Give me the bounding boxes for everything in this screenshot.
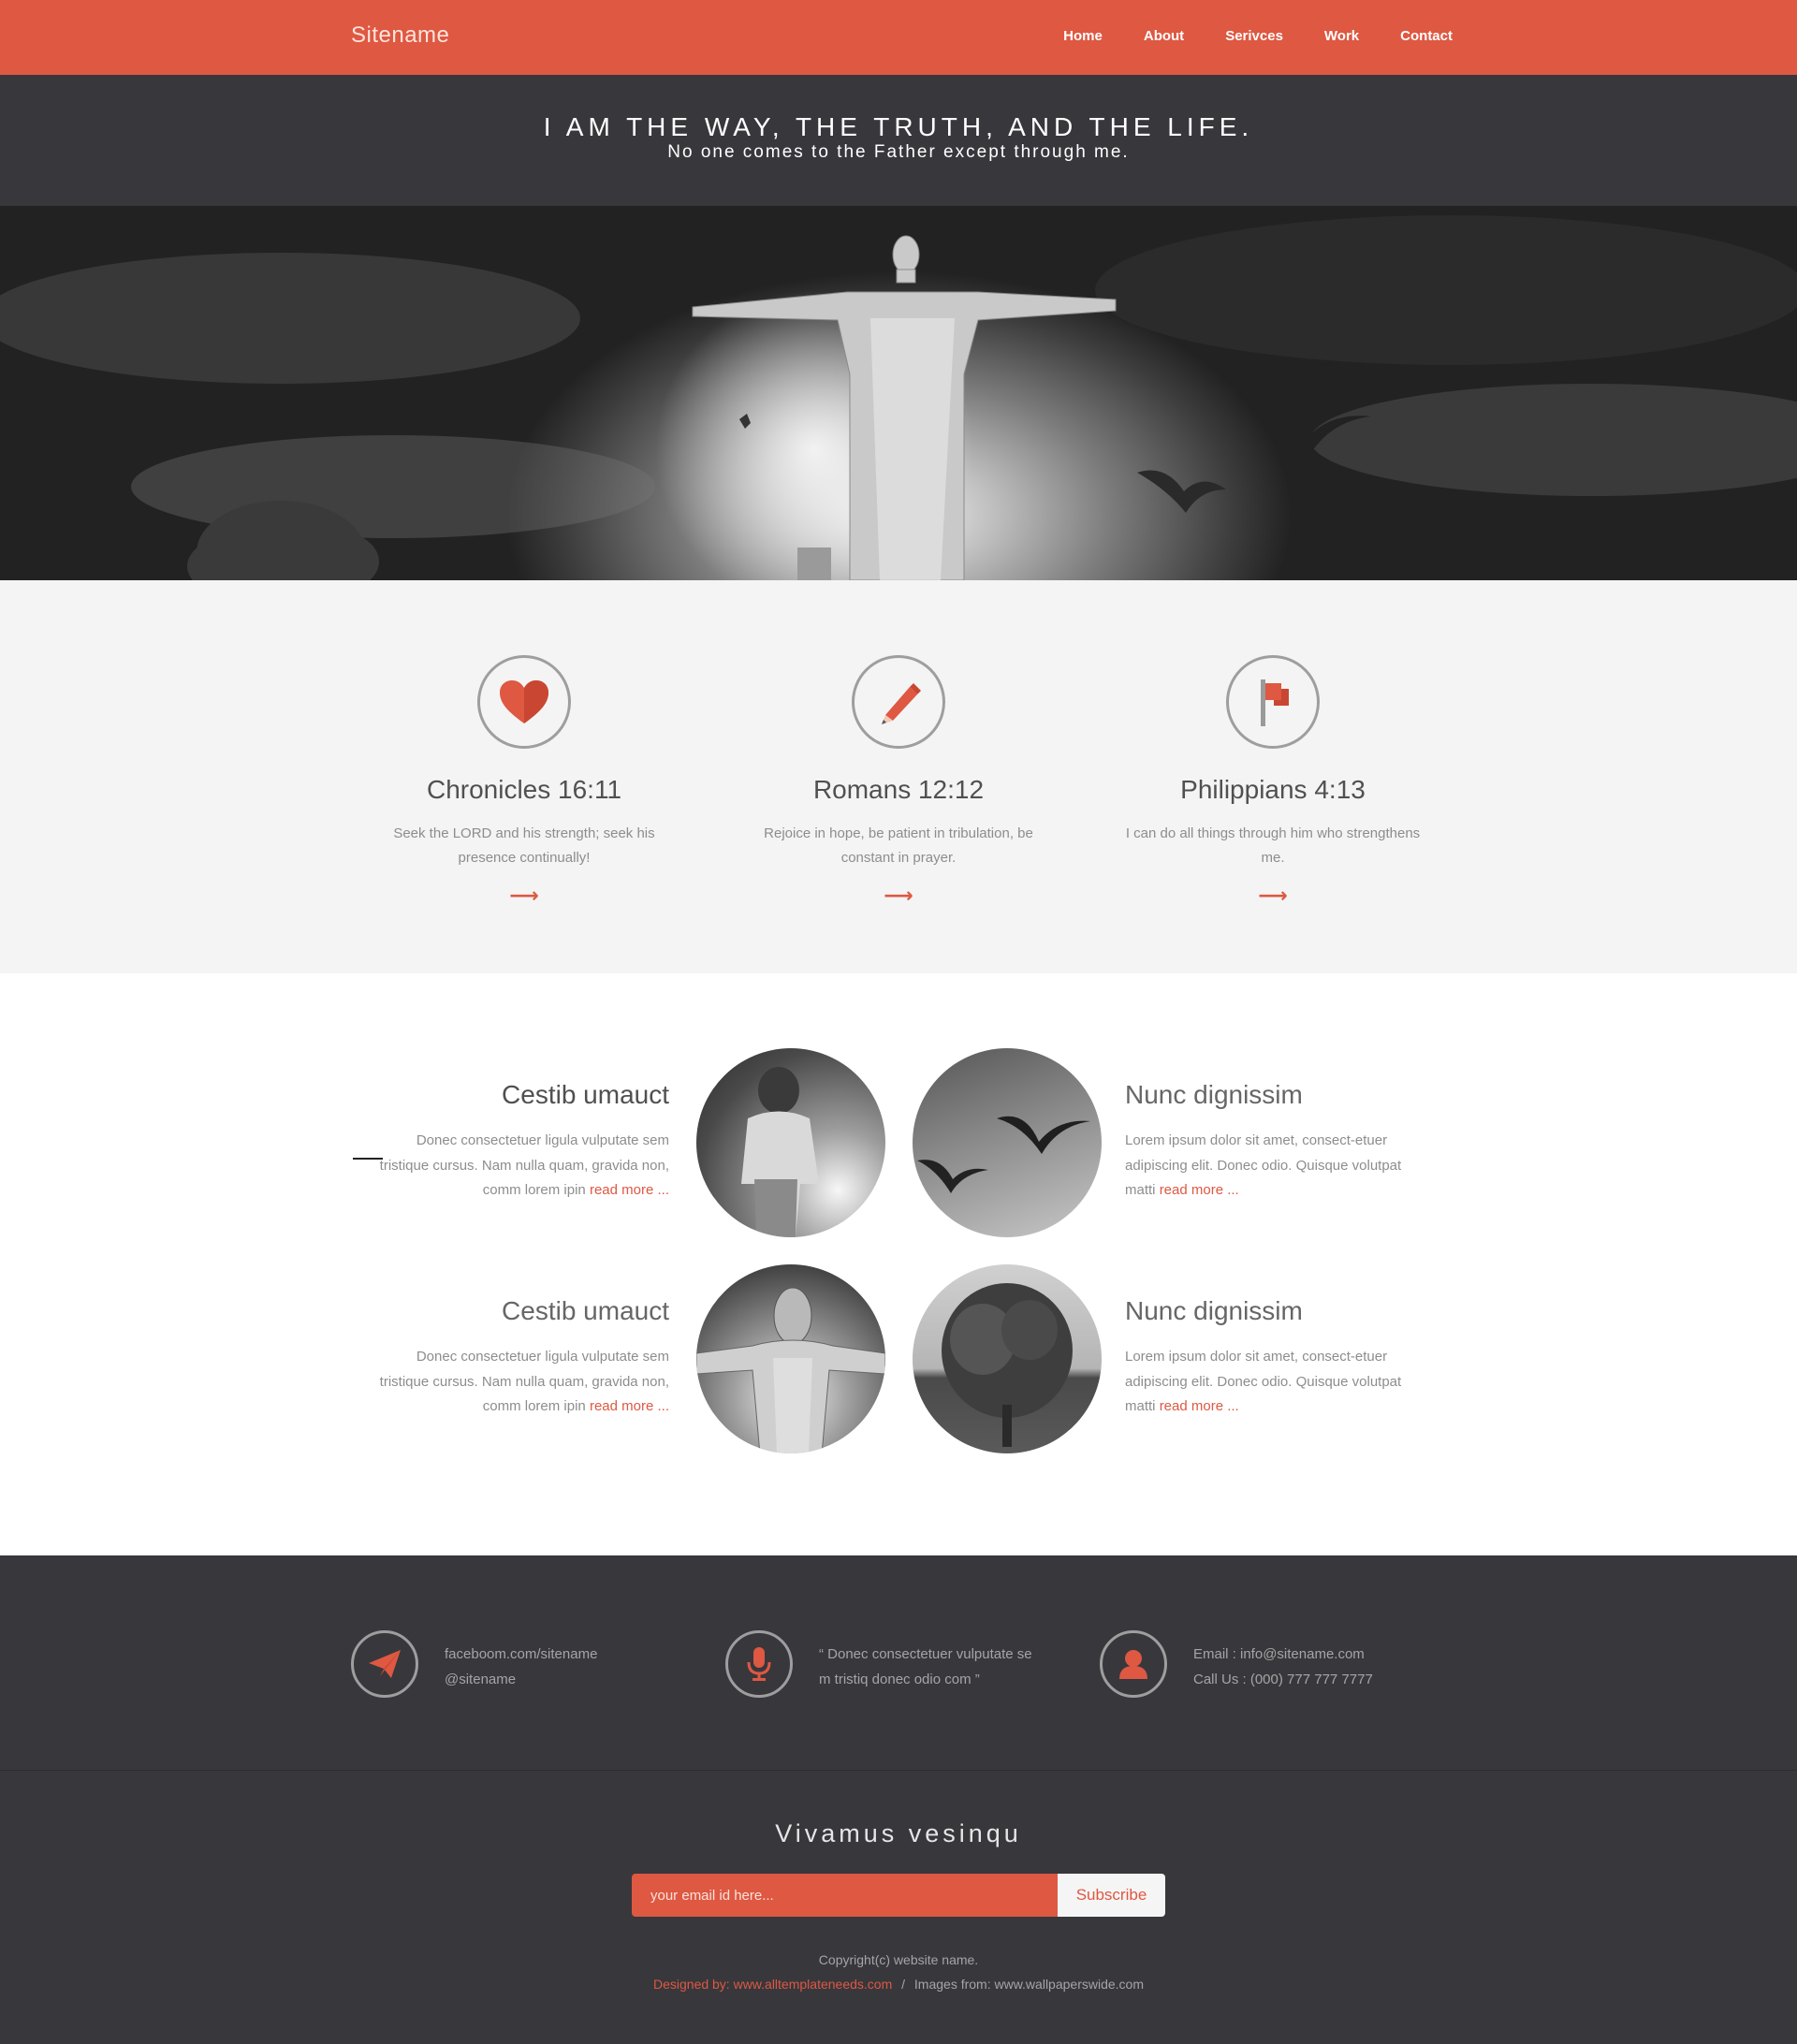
hero-image bbox=[0, 206, 1797, 580]
article-image-child[interactable] bbox=[696, 1048, 885, 1237]
article-item: Nunc dignissim Lorem ipsum dolor sit ame… bbox=[1125, 1296, 1424, 1420]
quote-line-2: m tristiq donec odio com ” bbox=[819, 1672, 980, 1687]
user-icon bbox=[1100, 1630, 1167, 1698]
features-section: Chronicles 16:11 Seek the LORD and his s… bbox=[0, 580, 1797, 973]
feature-card: Romans 12:12 Rejoice in hope, be patient… bbox=[744, 655, 1053, 908]
read-more-link[interactable]: read more ... bbox=[1160, 1182, 1239, 1198]
credits-separator: / bbox=[901, 1977, 906, 1992]
contact-lines: “ Donec consectetuer vulputate se m tris… bbox=[819, 1642, 1090, 1692]
articles-section: Cestib umauct Donec consectetuer ligula … bbox=[0, 973, 1797, 1555]
article-text: Donec consectetuer ligula vulputate sem … bbox=[370, 1345, 669, 1420]
article-title: Cestib umauct bbox=[502, 1080, 669, 1109]
top-navbar: Sitename Home About Serivces Work Contac… bbox=[0, 0, 1797, 75]
read-more-link[interactable]: read more ... bbox=[1160, 1398, 1239, 1414]
images-source-link[interactable]: Images from: www.wallpaperswide.com bbox=[914, 1977, 1144, 1992]
read-more-link[interactable]: read more ... bbox=[590, 1182, 669, 1198]
feature-title: Romans 12:12 bbox=[812, 775, 985, 804]
article-text: Lorem ipsum dolor sit amet, consect-etue… bbox=[1125, 1129, 1424, 1204]
feature-arrow-link[interactable]: ⟶ bbox=[509, 883, 539, 908]
footer: Vivamus vesinqu Subscribe Copyright(c) w… bbox=[0, 1771, 1797, 2044]
article-text: Donec consectetuer ligula vulputate sem … bbox=[370, 1129, 669, 1204]
contact-section: faceboom.com/sitename @sitename “ Donec … bbox=[0, 1555, 1797, 1770]
contact-lines: faceboom.com/sitename @sitename bbox=[445, 1642, 716, 1692]
quote-line-1: “ Donec consectetuer vulputate se bbox=[819, 1646, 1032, 1662]
subscribe-button[interactable]: Subscribe bbox=[1058, 1874, 1165, 1917]
heart-icon bbox=[477, 655, 571, 749]
designer-link[interactable]: Designed by: www.alltemplateneeds.com bbox=[653, 1977, 892, 1992]
article-item: Cestib umauct Donec consectetuer ligula … bbox=[370, 1080, 669, 1204]
credits: Designed by: www.alltemplateneeds.com / … bbox=[0, 1977, 1797, 1992]
flag-icon bbox=[1226, 655, 1320, 749]
twitter-handle[interactable]: @sitename bbox=[445, 1667, 716, 1692]
article-image-birds[interactable] bbox=[913, 1048, 1102, 1237]
main-nav: Home About Serivces Work Contact bbox=[1063, 28, 1453, 44]
article-title: Nunc dignissim bbox=[1125, 1080, 1303, 1109]
article-image-tree[interactable] bbox=[913, 1264, 1102, 1453]
feature-title: Chronicles 16:11 bbox=[426, 775, 622, 804]
feature-card: Chronicles 16:11 Seek the LORD and his s… bbox=[370, 655, 679, 908]
quote-heading: I AM THE WAY, THE TRUTH, AND THE LIFE. bbox=[543, 112, 1254, 141]
read-more-link[interactable]: read more ... bbox=[590, 1398, 669, 1414]
nav-services[interactable]: Serivces bbox=[1225, 28, 1283, 44]
phone-number[interactable]: Call Us : (000) 777 777 7777 bbox=[1193, 1667, 1465, 1692]
contact-lines: Email : info@sitename.com Call Us : (000… bbox=[1193, 1642, 1465, 1692]
email-input[interactable] bbox=[632, 1874, 1058, 1917]
article-image-statue[interactable] bbox=[696, 1264, 885, 1453]
newsletter-title: Vivamus vesinqu bbox=[775, 1819, 1022, 1847]
copyright-text: Copyright(c) website name. bbox=[818, 1952, 979, 1967]
decorative-dash bbox=[353, 1158, 383, 1160]
feature-card: Philippians 4:13 I can do all things thr… bbox=[1118, 655, 1427, 908]
article-text: Lorem ipsum dolor sit amet, consect-etue… bbox=[1125, 1345, 1424, 1420]
feature-arrow-link[interactable]: ⟶ bbox=[1258, 883, 1288, 908]
email-address[interactable]: Email : info@sitename.com bbox=[1193, 1642, 1465, 1667]
nav-about[interactable]: About bbox=[1144, 28, 1184, 44]
article-item: Cestib umauct Donec consectetuer ligula … bbox=[370, 1296, 669, 1420]
microphone-icon bbox=[725, 1630, 793, 1698]
article-title: Nunc dignissim bbox=[1125, 1296, 1303, 1325]
nav-work[interactable]: Work bbox=[1324, 28, 1359, 44]
feature-text: Rejoice in hope, be patient in tribulati… bbox=[764, 825, 1033, 866]
quote-banner: I AM THE WAY, THE TRUTH, AND THE LIFE. N… bbox=[0, 75, 1797, 206]
nav-home[interactable]: Home bbox=[1063, 28, 1103, 44]
hero-illustration bbox=[0, 215, 1797, 580]
feature-title: Philippians 4:13 bbox=[1180, 775, 1366, 804]
feature-text: Seek the LORD and his strength; seek his… bbox=[393, 825, 655, 866]
article-title: Cestib umauct bbox=[502, 1296, 669, 1325]
article-item: Nunc dignissim Lorem ipsum dolor sit ame… bbox=[1125, 1080, 1424, 1204]
paper-plane-icon bbox=[351, 1630, 418, 1698]
pencil-icon bbox=[852, 655, 945, 749]
feature-arrow-link[interactable]: ⟶ bbox=[884, 883, 913, 908]
quote-subheading: No one comes to the Father except throug… bbox=[667, 142, 1130, 162]
site-logo[interactable]: Sitename bbox=[351, 22, 449, 49]
nav-contact[interactable]: Contact bbox=[1400, 28, 1453, 44]
facebook-link[interactable]: faceboom.com/sitename bbox=[445, 1642, 716, 1667]
feature-text: I can do all things through him who stre… bbox=[1125, 825, 1421, 866]
